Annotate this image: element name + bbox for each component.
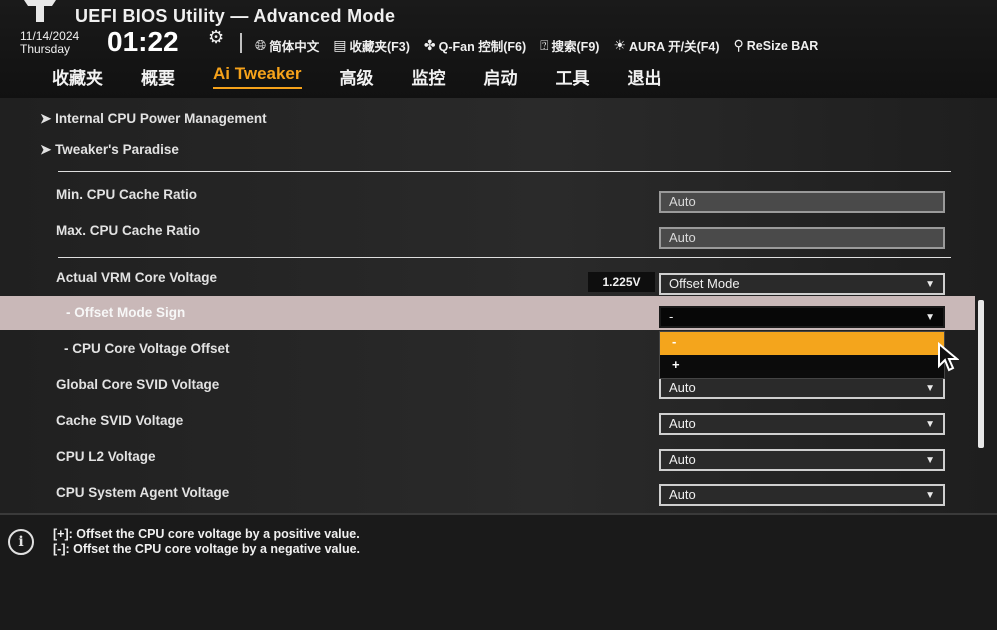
min-cache-ratio-input[interactable]: Auto bbox=[659, 191, 945, 213]
tuf-logo bbox=[24, 0, 56, 22]
menu-text: Internal CPU Power Management bbox=[55, 111, 267, 126]
gear-icon[interactable]: ⚙ bbox=[208, 27, 224, 48]
setting-label: Global Core SVID Voltage bbox=[56, 377, 220, 392]
setting-max-cpu-cache-ratio[interactable]: Max. CPU Cache Ratio Auto bbox=[0, 214, 975, 249]
help-line: [-]: Offset the CPU core voltage by a ne… bbox=[53, 542, 361, 556]
divider bbox=[240, 33, 242, 53]
max-cache-ratio-input[interactable]: Auto bbox=[659, 227, 945, 249]
mouse-cursor-icon bbox=[938, 342, 959, 372]
divider bbox=[58, 171, 951, 172]
tab-exit[interactable]: 退出 bbox=[628, 64, 662, 89]
qfan-button[interactable]: ✤ Q-Fan 控制(F6) bbox=[424, 36, 526, 55]
fan-icon: ✤ bbox=[423, 37, 436, 53]
setting-label: Actual VRM Core Voltage bbox=[56, 270, 218, 285]
setting-cache-svid-voltage[interactable]: Cache SVID Voltage Auto ▼ bbox=[0, 404, 975, 438]
dropdown-option-minus[interactable]: - bbox=[660, 332, 944, 355]
aura-label: AURA 开/关(F4) bbox=[629, 40, 720, 54]
weekday-text: Thursday bbox=[20, 42, 71, 56]
chevron-down-icon: ▼ bbox=[925, 419, 935, 430]
setting-actual-vrm-core-voltage[interactable]: Actual VRM Core Voltage 1.225V Offset Mo… bbox=[0, 261, 975, 295]
aura-icon: ☀ bbox=[613, 37, 626, 53]
chevron-right-icon: ➤ bbox=[40, 111, 56, 126]
menu-label: ➤ Tweaker's Paradise bbox=[40, 142, 179, 158]
select-value: Auto bbox=[669, 487, 696, 502]
select-value: Offset Mode bbox=[669, 276, 740, 291]
help-line: [+]: Offset the CPU core voltage by a po… bbox=[53, 527, 360, 541]
chevron-down-icon: ▼ bbox=[925, 279, 935, 290]
help-panel: i [+]: Offset the CPU core voltage by a … bbox=[0, 513, 997, 630]
setting-label: Max. CPU Cache Ratio bbox=[56, 223, 201, 238]
menu-label: ➤ Internal CPU Power Management bbox=[40, 111, 267, 127]
toolbar: 🌐︎ 简体中文 ▤ 收藏夹(F3) ✤ Q-Fan 控制(F6) ⍰ 搜索(F9) ☀ A… bbox=[255, 36, 818, 55]
menu-text: Tweaker's Paradise bbox=[55, 142, 179, 157]
system-agent-select[interactable]: Auto ▼ bbox=[659, 484, 945, 506]
chevron-down-icon: ▼ bbox=[925, 490, 935, 501]
header-bar: UEFI BIOS Utility — Advanced Mode 11/14/… bbox=[0, 0, 997, 98]
setting-offset-mode-sign[interactable]: - Offset Mode Sign - ▼ bbox=[0, 296, 975, 330]
chevron-down-icon: ▼ bbox=[925, 455, 935, 466]
setting-label: - CPU Core Voltage Offset bbox=[64, 341, 230, 356]
tab-ai-tweaker[interactable]: Ai Tweaker bbox=[213, 64, 302, 89]
date-display: 11/14/2024 Thursday bbox=[20, 30, 79, 56]
setting-label: Min. CPU Cache Ratio bbox=[56, 187, 198, 202]
globe-icon: 🌐︎ bbox=[255, 37, 267, 53]
menu-tweakers-paradise[interactable]: ➤ Tweaker's Paradise bbox=[0, 133, 975, 167]
setting-cpu-system-agent-voltage[interactable]: CPU System Agent Voltage Auto ▼ bbox=[0, 476, 975, 510]
resize-bar-button[interactable]: ⚲ ReSize BAR bbox=[734, 36, 819, 55]
favorites-icon: ▤ bbox=[333, 37, 347, 53]
tab-tool[interactable]: 工具 bbox=[556, 64, 590, 89]
select-value: - bbox=[669, 309, 674, 324]
vrm-voltage-mode-select[interactable]: Offset Mode ▼ bbox=[659, 273, 945, 295]
app-title: UEFI BIOS Utility — Advanced Mode bbox=[75, 6, 396, 26]
info-icon: i bbox=[8, 529, 34, 555]
voltage-reading: 1.225V bbox=[588, 272, 655, 292]
global-svid-select[interactable]: Auto ▼ bbox=[659, 377, 945, 399]
help-text: [+]: Offset the CPU core voltage by a po… bbox=[53, 527, 360, 557]
setting-cpu-l2-voltage[interactable]: CPU L2 Voltage Auto ▼ bbox=[0, 440, 975, 474]
search-label: 搜索(F9) bbox=[551, 40, 600, 54]
offset-sign-dropdown: - + bbox=[659, 331, 945, 379]
cpu-l2-select[interactable]: Auto ▼ bbox=[659, 449, 945, 471]
aura-button[interactable]: ☀ AURA 开/关(F4) bbox=[613, 36, 719, 55]
setting-label: Cache SVID Voltage bbox=[56, 413, 184, 428]
cache-svid-select[interactable]: Auto ▼ bbox=[659, 413, 945, 435]
tab-boot[interactable]: 启动 bbox=[484, 64, 518, 89]
search-button[interactable]: ⍰ 搜索(F9) bbox=[540, 36, 599, 55]
time-display: 01:22 bbox=[107, 26, 179, 57]
tab-overview[interactable]: 概要 bbox=[141, 64, 175, 89]
settings-panel: ➤ Internal CPU Power Management ➤ Tweake… bbox=[0, 98, 997, 513]
setting-label: CPU L2 Voltage bbox=[56, 449, 156, 464]
dropdown-option-plus[interactable]: + bbox=[660, 355, 944, 378]
chevron-down-icon: ▼ bbox=[925, 383, 935, 394]
setting-label: - Offset Mode Sign bbox=[66, 305, 186, 320]
favorites-label: 收藏夹(F3) bbox=[349, 40, 410, 54]
language-label: 简体中文 bbox=[269, 40, 320, 54]
main-tabs: 收藏夹 概要 Ai Tweaker 高级 监控 启动 工具 退出 bbox=[52, 64, 700, 89]
setting-min-cpu-cache-ratio[interactable]: Min. CPU Cache Ratio Auto bbox=[0, 178, 975, 213]
divider bbox=[58, 257, 951, 258]
resize-bar-label: ReSize BAR bbox=[746, 38, 819, 53]
tab-advanced[interactable]: 高级 bbox=[340, 64, 374, 89]
qfan-label: Q-Fan 控制(F6) bbox=[438, 40, 527, 54]
select-value: Auto bbox=[669, 416, 696, 431]
scrollbar[interactable] bbox=[978, 300, 984, 448]
resize-bar-icon: ⚲ bbox=[733, 37, 744, 53]
select-value: Auto bbox=[669, 452, 696, 467]
tab-favorites[interactable]: 收藏夹 bbox=[52, 64, 103, 89]
setting-label: CPU System Agent Voltage bbox=[56, 485, 230, 500]
favorites-button[interactable]: ▤ 收藏夹(F3) bbox=[333, 36, 410, 55]
menu-internal-cpu-power[interactable]: ➤ Internal CPU Power Management bbox=[0, 102, 975, 136]
chevron-right-icon: ➤ bbox=[40, 142, 56, 157]
tab-monitor[interactable]: 监控 bbox=[412, 64, 446, 89]
chevron-down-icon: ▼ bbox=[925, 312, 935, 323]
select-value: Auto bbox=[669, 380, 696, 395]
offset-sign-select[interactable]: - ▼ bbox=[659, 306, 945, 328]
language-button[interactable]: 🌐︎ 简体中文 bbox=[255, 36, 319, 55]
help-icon: ⍰ bbox=[540, 37, 549, 53]
